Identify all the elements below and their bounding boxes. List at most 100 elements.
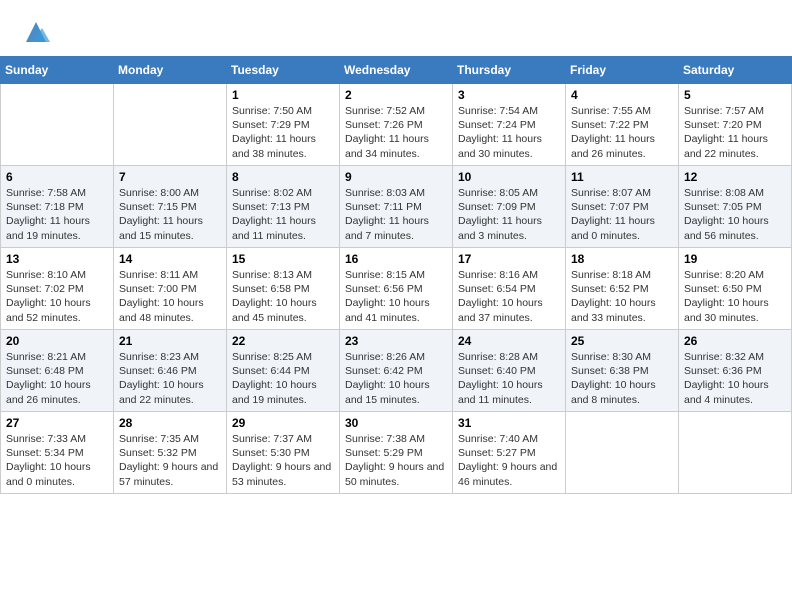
day-info: Sunrise: 8:10 AM Sunset: 7:02 PM Dayligh… xyxy=(6,268,108,325)
calendar-week-row: 20 Sunrise: 8:21 AM Sunset: 6:48 PM Dayli… xyxy=(1,330,792,412)
calendar-cell: 23 Sunrise: 8:26 AM Sunset: 6:42 PM Dayli… xyxy=(340,330,453,412)
calendar-cell: 24 Sunrise: 8:28 AM Sunset: 6:40 PM Dayli… xyxy=(453,330,566,412)
day-number: 26 xyxy=(684,334,786,348)
day-info: Sunrise: 8:20 AM Sunset: 6:50 PM Dayligh… xyxy=(684,268,786,325)
day-number: 17 xyxy=(458,252,560,266)
day-of-week-header: Wednesday xyxy=(340,57,453,84)
day-info: Sunrise: 8:07 AM Sunset: 7:07 PM Dayligh… xyxy=(571,186,673,243)
day-info: Sunrise: 7:38 AM Sunset: 5:29 PM Dayligh… xyxy=(345,432,447,489)
calendar-week-row: 13 Sunrise: 8:10 AM Sunset: 7:02 PM Dayli… xyxy=(1,248,792,330)
day-info: Sunrise: 7:35 AM Sunset: 5:32 PM Dayligh… xyxy=(119,432,221,489)
calendar-cell: 18 Sunrise: 8:18 AM Sunset: 6:52 PM Dayli… xyxy=(566,248,679,330)
calendar-cell: 21 Sunrise: 8:23 AM Sunset: 6:46 PM Dayli… xyxy=(114,330,227,412)
calendar-week-row: 27 Sunrise: 7:33 AM Sunset: 5:34 PM Dayli… xyxy=(1,412,792,494)
calendar-header-row: SundayMondayTuesdayWednesdayThursdayFrid… xyxy=(1,57,792,84)
calendar-cell: 14 Sunrise: 8:11 AM Sunset: 7:00 PM Dayli… xyxy=(114,248,227,330)
day-of-week-header: Tuesday xyxy=(227,57,340,84)
day-info: Sunrise: 8:11 AM Sunset: 7:00 PM Dayligh… xyxy=(119,268,221,325)
calendar-cell: 16Sunrise: 8:15 AM Sunset: 6:56 PM Dayli… xyxy=(340,248,453,330)
day-number: 19 xyxy=(684,252,786,266)
day-of-week-header: Friday xyxy=(566,57,679,84)
day-info: Sunrise: 7:58 AM Sunset: 7:18 PM Dayligh… xyxy=(6,186,108,243)
day-number: 3 xyxy=(458,88,560,102)
day-info: Sunrise: 7:55 AM Sunset: 7:22 PM Dayligh… xyxy=(571,104,673,161)
header xyxy=(0,0,792,56)
logo-icon xyxy=(22,18,50,46)
day-number: 9 xyxy=(345,170,447,184)
day-number: 29 xyxy=(232,416,334,430)
calendar-cell: 27 Sunrise: 7:33 AM Sunset: 5:34 PM Dayli… xyxy=(1,412,114,494)
calendar-cell: 13 Sunrise: 8:10 AM Sunset: 7:02 PM Dayli… xyxy=(1,248,114,330)
day-number: 13 xyxy=(6,252,108,266)
day-number: 18 xyxy=(571,252,673,266)
day-number: 16 xyxy=(345,252,447,266)
calendar-cell: 9 Sunrise: 8:03 AM Sunset: 7:11 PM Daylig… xyxy=(340,166,453,248)
day-info: Sunrise: 8:16 AM Sunset: 6:54 PM Dayligh… xyxy=(458,268,560,325)
day-info: Sunrise: 8:03 AM Sunset: 7:11 PM Dayligh… xyxy=(345,186,447,243)
calendar-cell xyxy=(114,84,227,166)
calendar-cell xyxy=(1,84,114,166)
calendar-cell: 11 Sunrise: 8:07 AM Sunset: 7:07 PM Dayli… xyxy=(566,166,679,248)
day-info: Sunrise: 8:28 AM Sunset: 6:40 PM Dayligh… xyxy=(458,350,560,407)
calendar-cell: 29 Sunrise: 7:37 AM Sunset: 5:30 PM Dayli… xyxy=(227,412,340,494)
day-number: 20 xyxy=(6,334,108,348)
day-number: 11 xyxy=(571,170,673,184)
calendar-cell: 25Sunrise: 8:30 AM Sunset: 6:38 PM Dayli… xyxy=(566,330,679,412)
day-info: Sunrise: 8:23 AM Sunset: 6:46 PM Dayligh… xyxy=(119,350,221,407)
day-number: 15 xyxy=(232,252,334,266)
day-number: 7 xyxy=(119,170,221,184)
day-number: 14 xyxy=(119,252,221,266)
calendar-cell: 30 Sunrise: 7:38 AM Sunset: 5:29 PM Dayli… xyxy=(340,412,453,494)
calendar-week-row: 1 Sunrise: 7:50 AM Sunset: 7:29 PM Daylig… xyxy=(1,84,792,166)
day-number: 21 xyxy=(119,334,221,348)
day-info: Sunrise: 7:52 AM Sunset: 7:26 PM Dayligh… xyxy=(345,104,447,161)
day-info: Sunrise: 8:08 AM Sunset: 7:05 PM Dayligh… xyxy=(684,186,786,243)
day-number: 23 xyxy=(345,334,447,348)
calendar-cell: 12 Sunrise: 8:08 AM Sunset: 7:05 PM Dayli… xyxy=(679,166,792,248)
day-number: 12 xyxy=(684,170,786,184)
calendar-cell: 3 Sunrise: 7:54 AM Sunset: 7:24 PM Daylig… xyxy=(453,84,566,166)
day-info: Sunrise: 8:02 AM Sunset: 7:13 PM Dayligh… xyxy=(232,186,334,243)
day-number: 31 xyxy=(458,416,560,430)
day-info: Sunrise: 7:33 AM Sunset: 5:34 PM Dayligh… xyxy=(6,432,108,489)
day-info: Sunrise: 8:32 AM Sunset: 6:36 PM Dayligh… xyxy=(684,350,786,407)
calendar-cell: 20 Sunrise: 8:21 AM Sunset: 6:48 PM Dayli… xyxy=(1,330,114,412)
calendar-cell: 4 Sunrise: 7:55 AM Sunset: 7:22 PM Daylig… xyxy=(566,84,679,166)
calendar-cell: 19 Sunrise: 8:20 AM Sunset: 6:50 PM Dayli… xyxy=(679,248,792,330)
calendar-cell: 6 Sunrise: 7:58 AM Sunset: 7:18 PM Daylig… xyxy=(1,166,114,248)
day-number: 10 xyxy=(458,170,560,184)
day-info: Sunrise: 8:13 AM Sunset: 6:58 PM Dayligh… xyxy=(232,268,334,325)
calendar-table: SundayMondayTuesdayWednesdayThursdayFrid… xyxy=(0,56,792,494)
day-info: Sunrise: 8:25 AM Sunset: 6:44 PM Dayligh… xyxy=(232,350,334,407)
calendar-cell: 5Sunrise: 7:57 AM Sunset: 7:20 PM Daylig… xyxy=(679,84,792,166)
calendar-cell: 2 Sunrise: 7:52 AM Sunset: 7:26 PM Daylig… xyxy=(340,84,453,166)
day-info: Sunrise: 7:37 AM Sunset: 5:30 PM Dayligh… xyxy=(232,432,334,489)
day-number: 4 xyxy=(571,88,673,102)
day-number: 2 xyxy=(345,88,447,102)
calendar-cell xyxy=(566,412,679,494)
calendar-cell: 26 Sunrise: 8:32 AM Sunset: 6:36 PM Dayli… xyxy=(679,330,792,412)
day-number: 24 xyxy=(458,334,560,348)
day-number: 5 xyxy=(684,88,786,102)
day-info: Sunrise: 8:05 AM Sunset: 7:09 PM Dayligh… xyxy=(458,186,560,243)
day-info: Sunrise: 8:18 AM Sunset: 6:52 PM Dayligh… xyxy=(571,268,673,325)
day-number: 30 xyxy=(345,416,447,430)
day-number: 22 xyxy=(232,334,334,348)
day-number: 27 xyxy=(6,416,108,430)
day-info: Sunrise: 8:21 AM Sunset: 6:48 PM Dayligh… xyxy=(6,350,108,407)
calendar-cell: 8Sunrise: 8:02 AM Sunset: 7:13 PM Daylig… xyxy=(227,166,340,248)
day-number: 28 xyxy=(119,416,221,430)
calendar-cell: 17 Sunrise: 8:16 AM Sunset: 6:54 PM Dayli… xyxy=(453,248,566,330)
day-number: 1 xyxy=(232,88,334,102)
calendar-cell: 10 Sunrise: 8:05 AM Sunset: 7:09 PM Dayli… xyxy=(453,166,566,248)
day-info: Sunrise: 7:50 AM Sunset: 7:29 PM Dayligh… xyxy=(232,104,334,161)
calendar-cell: 7 Sunrise: 8:00 AM Sunset: 7:15 PM Daylig… xyxy=(114,166,227,248)
logo xyxy=(20,18,50,46)
day-info: Sunrise: 7:54 AM Sunset: 7:24 PM Dayligh… xyxy=(458,104,560,161)
day-number: 6 xyxy=(6,170,108,184)
day-number: 25 xyxy=(571,334,673,348)
calendar-cell: 1 Sunrise: 7:50 AM Sunset: 7:29 PM Daylig… xyxy=(227,84,340,166)
day-info: Sunrise: 8:26 AM Sunset: 6:42 PM Dayligh… xyxy=(345,350,447,407)
day-info: Sunrise: 8:00 AM Sunset: 7:15 PM Dayligh… xyxy=(119,186,221,243)
day-of-week-header: Saturday xyxy=(679,57,792,84)
